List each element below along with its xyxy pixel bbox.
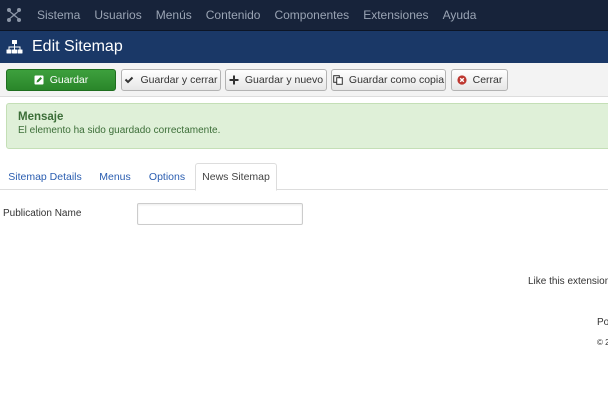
publication-name-label: Publication Name — [3, 208, 82, 219]
tab-sitemap-details[interactable]: Sitemap Details — [5, 163, 85, 190]
tab-news-sitemap[interactable]: News Sitemap — [195, 163, 277, 191]
cancel-icon — [457, 75, 467, 85]
powered-by-text: Po — [597, 317, 608, 328]
edit-icon — [34, 75, 44, 85]
menu-componentes[interactable]: Componentes — [267, 0, 356, 31]
save-and-new-button[interactable]: Guardar y nuevo — [225, 69, 327, 91]
copy-icon — [333, 75, 343, 85]
tab-bar: Sitemap Details Menus Options News Sitem… — [0, 163, 608, 191]
admin-menu: Sistema Usuarios Menús Contenido Compone… — [30, 0, 483, 31]
page-title: Edit Sitemap — [32, 38, 123, 55]
copyright-text: © 2 — [597, 338, 608, 347]
menu-usuarios[interactable]: Usuarios — [87, 0, 148, 31]
message-heading: Mensaje — [18, 111, 64, 123]
message-text: El elemento ha sido guardado correctamen… — [18, 125, 221, 136]
menu-menus[interactable]: Menús — [149, 0, 199, 31]
plus-icon — [229, 75, 239, 85]
menu-ayuda[interactable]: Ayuda — [436, 0, 484, 31]
success-message: Mensaje El elemento ha sido guardado cor… — [6, 103, 608, 149]
close-label: Cerrar — [472, 74, 503, 86]
save-button-label: Guardar — [49, 74, 89, 86]
sitemap-icon — [6, 39, 23, 56]
save-and-close-button[interactable]: Guardar y cerrar — [121, 69, 221, 91]
menu-contenido[interactable]: Contenido — [199, 0, 268, 31]
promo-text: Like this extension? — [528, 276, 608, 287]
save-and-new-label: Guardar y nuevo — [244, 74, 324, 86]
close-button[interactable]: Cerrar — [451, 69, 508, 91]
save-and-close-label: Guardar y cerrar — [140, 74, 218, 86]
save-as-copy-label: Guardar como copia — [348, 74, 445, 86]
page-header: Edit Sitemap — [0, 31, 608, 63]
tab-options[interactable]: Options — [144, 163, 190, 190]
publication-name-input[interactable] — [137, 203, 303, 225]
admin-top-nav: Sistema Usuarios Menús Contenido Compone… — [0, 0, 608, 31]
menu-extensiones[interactable]: Extensiones — [356, 0, 435, 31]
menu-sistema[interactable]: Sistema — [30, 0, 87, 31]
check-icon — [125, 76, 134, 84]
tab-menus[interactable]: Menus — [95, 163, 135, 190]
toolbar: Guardar Guardar y cerrar Guardar y nuevo… — [0, 63, 608, 97]
save-button[interactable]: Guardar — [6, 69, 116, 91]
save-as-copy-button[interactable]: Guardar como copia — [331, 69, 446, 91]
joomla-logo-icon[interactable] — [0, 0, 28, 31]
